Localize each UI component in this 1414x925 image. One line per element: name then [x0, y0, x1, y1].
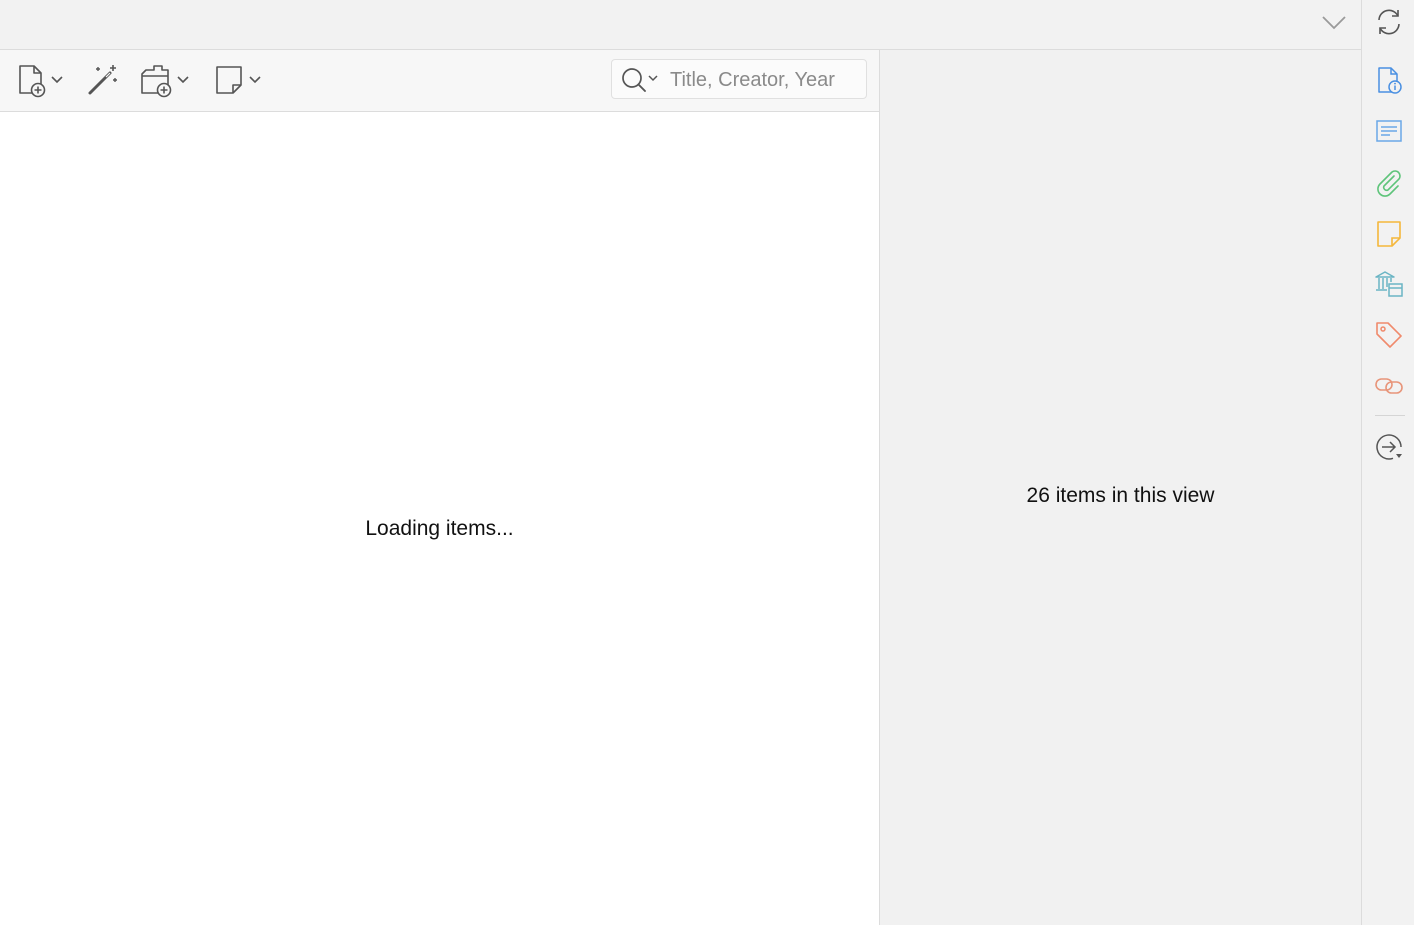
search-input[interactable] [668, 64, 862, 96]
loading-message: Loading items... [365, 517, 514, 540]
libraries-collections-icon[interactable] [1374, 269, 1404, 299]
sidenav-separator [1375, 415, 1405, 416]
item-pane: 26 items in this view [880, 50, 1361, 925]
related-icon[interactable] [1374, 371, 1404, 401]
new-item-button[interactable] [16, 62, 66, 98]
abstract-icon[interactable] [1374, 116, 1404, 146]
tags-icon[interactable] [1374, 320, 1404, 350]
locate-icon[interactable] [1374, 432, 1404, 462]
side-navigation [1361, 0, 1414, 925]
search-icon[interactable] [618, 66, 662, 94]
notes-icon[interactable] [1374, 218, 1404, 248]
items-pane: Loading items... [0, 50, 880, 925]
new-note-button[interactable] [214, 62, 266, 98]
search-box [611, 59, 867, 99]
sync-icon[interactable] [1374, 7, 1404, 37]
item-count-message: 26 items in this view [1026, 484, 1215, 507]
title-bar [0, 0, 1361, 50]
items-toolbar [0, 50, 879, 112]
chevron-down-icon[interactable] [1320, 10, 1348, 34]
attachments-icon[interactable] [1374, 167, 1404, 197]
info-icon[interactable] [1374, 65, 1404, 95]
add-attachment-button[interactable] [138, 62, 194, 98]
add-by-identifier-button[interactable] [86, 62, 122, 98]
